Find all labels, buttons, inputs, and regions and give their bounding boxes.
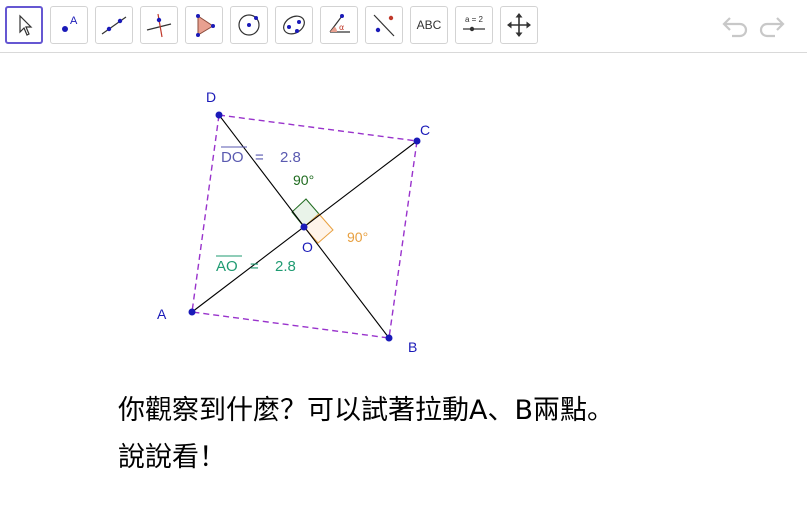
move-tool-icon <box>19 14 33 36</box>
reflect-tool-icon <box>373 14 395 37</box>
reflect-tool-button[interactable] <box>365 6 403 44</box>
point-a-label: A <box>157 306 167 322</box>
move-tool-button[interactable] <box>5 6 43 44</box>
ao-equals: = <box>250 258 259 275</box>
slider-tool-icon: a = 2 <box>463 15 485 32</box>
angle-tool-icon: α <box>329 14 350 33</box>
ao-length-label: AO = 2.8 <box>216 255 296 275</box>
move-graphics-view-tool-icon <box>507 13 531 37</box>
point-d-label: D <box>206 89 216 105</box>
ao-segment-name: AO <box>216 258 238 275</box>
do-segment-name: DO <box>221 149 244 166</box>
do-equals: = <box>255 149 264 166</box>
ellipse-tool-icon <box>283 15 305 35</box>
point-tool-button[interactable]: A <box>50 6 88 44</box>
undo-icon[interactable] <box>720 12 750 40</box>
polygon-tool-button[interactable] <box>185 6 223 44</box>
point-d[interactable] <box>215 111 223 119</box>
point-o[interactable] <box>300 223 308 231</box>
line-tool-button[interactable] <box>95 6 133 44</box>
point-c-label: C <box>420 122 430 138</box>
circle-tool-button[interactable] <box>230 6 268 44</box>
point-tool-icon: A <box>62 15 78 32</box>
point-o-label: O <box>302 239 313 255</box>
angle-tool-button[interactable]: α <box>320 6 358 44</box>
point-c[interactable] <box>413 137 421 145</box>
toolbar: A α ABC a = 2 <box>0 0 807 53</box>
perpendicular-line-tool-button[interactable] <box>140 6 178 44</box>
do-value: 2.8 <box>280 149 301 166</box>
circle-tool-icon <box>238 14 260 36</box>
text-tool-icon: ABC <box>416 18 442 32</box>
point-b-label: B <box>408 339 417 355</box>
move-graphics-view-tool-button[interactable] <box>500 6 538 44</box>
slider-tool-button[interactable]: a = 2 <box>455 6 493 44</box>
svg-text:a = 2: a = 2 <box>465 15 484 24</box>
ellipse-tool-button[interactable] <box>275 6 313 44</box>
question-line-1: 你觀察到什麼？可以試著拉動A、B兩點。 <box>118 395 614 426</box>
point-a[interactable] <box>188 308 196 316</box>
angle-label-1: 90° <box>293 172 314 188</box>
question-text: 你觀察到什麼？可以試著拉動A、B兩點。 說說看！ <box>118 387 778 481</box>
svg-text:α: α <box>339 23 344 32</box>
polygon-tool-icon <box>196 14 215 37</box>
svg-text:A: A <box>70 15 78 27</box>
redo-icon[interactable] <box>757 12 787 40</box>
question-line-2: 說說看！ <box>118 442 226 473</box>
perpendicular-line-tool-icon <box>146 13 172 38</box>
do-length-label: DO = 2.8 <box>221 146 301 166</box>
point-b[interactable] <box>385 334 393 342</box>
text-tool-button[interactable]: ABC <box>410 6 448 44</box>
ao-value: 2.8 <box>275 258 296 275</box>
line-tool-icon <box>101 16 127 35</box>
angle-label-2: 90° <box>347 229 368 245</box>
